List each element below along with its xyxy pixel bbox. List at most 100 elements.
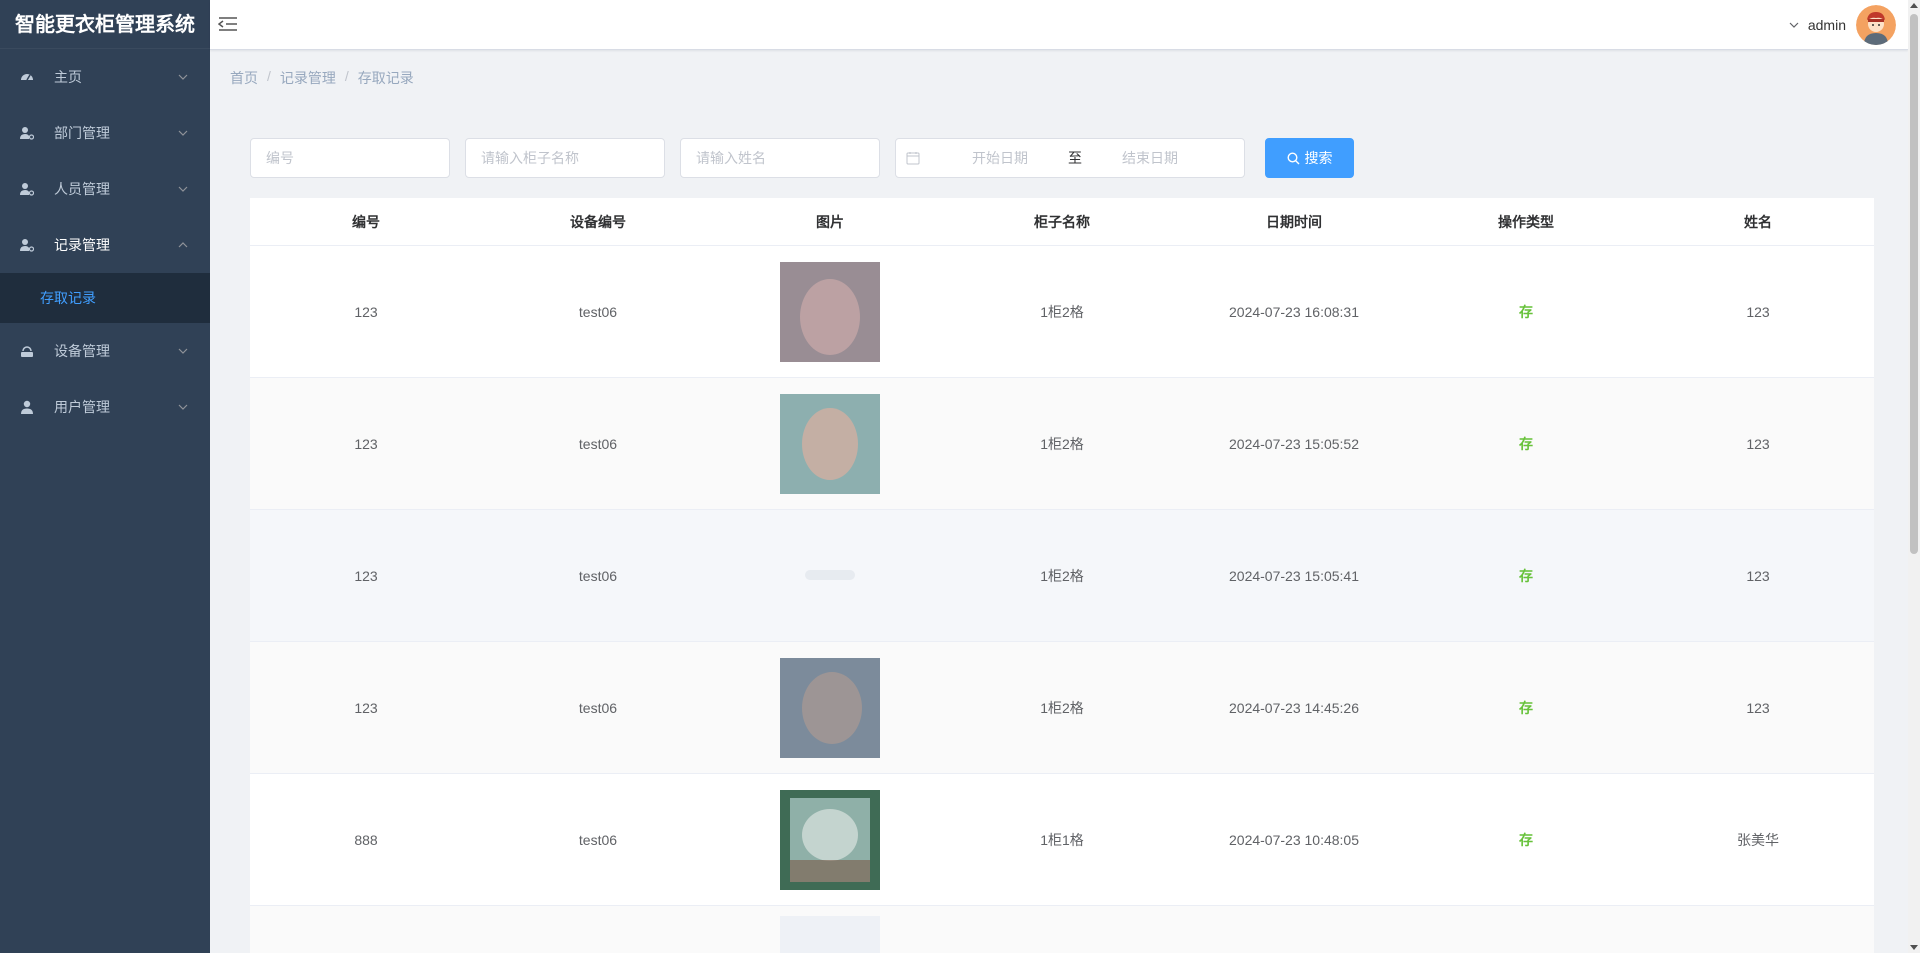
sidebar-item-users[interactable]: 用户管理: [0, 379, 210, 435]
cell-name: 123: [1746, 567, 1770, 584]
end-date-input[interactable]: [1090, 150, 1210, 166]
cell-op-type: 存: [1519, 303, 1533, 320]
table-row[interactable]: 123 test06 1柜2格 2024-07-23 15:05:41 存 12…: [250, 510, 1874, 642]
user-gear-icon: [20, 126, 34, 140]
chevron-down-icon: [178, 348, 188, 354]
code-input[interactable]: [250, 138, 450, 178]
cell-cabinet: 1柜2格: [1040, 567, 1084, 584]
cell-device: test06: [578, 831, 618, 848]
cell-name: 123: [1746, 303, 1770, 320]
start-date-input[interactable]: [940, 150, 1060, 166]
main-content: 首页 / 记录管理 / 存取记录 至 搜索 编号 设备编号: [210, 50, 1908, 953]
user-dropdown[interactable]: admin: [1788, 5, 1896, 45]
cell-code: 123: [354, 435, 378, 452]
cell-photo: [714, 916, 946, 953]
sidebar-item-department[interactable]: 部门管理: [0, 105, 210, 161]
search-button[interactable]: 搜索: [1265, 138, 1354, 178]
cell-name: 123: [1746, 435, 1770, 452]
cell-code: 123: [354, 699, 378, 716]
scrollbar-thumb[interactable]: [1910, 14, 1918, 554]
cell-device: test06: [578, 303, 618, 320]
top-navbar: admin: [210, 0, 1908, 50]
cell-device: test06: [578, 699, 618, 716]
sidebar-item-label: 部门管理: [54, 125, 110, 141]
scroll-down-arrow-icon[interactable]: [1910, 945, 1918, 950]
photo-placeholder[interactable]: [780, 526, 880, 626]
cell-datetime: 2024-07-23 16:08:31: [1229, 303, 1359, 320]
table-row[interactable]: [250, 906, 1874, 953]
cell-op-type: 存: [1519, 567, 1533, 584]
column-header: 姓名: [1744, 213, 1772, 230]
date-range-picker[interactable]: 至: [895, 138, 1245, 178]
photo-thumbnail[interactable]: [780, 916, 880, 953]
cell-datetime: 2024-07-23 10:48:05: [1229, 831, 1359, 848]
sidebar-item-label: 人员管理: [54, 181, 110, 197]
cell-device: test06: [578, 435, 618, 452]
column-header: 图片: [816, 213, 844, 230]
user-gear-icon: [20, 182, 34, 196]
sidebar: 智能更衣柜管理系统 主页 部门管理 人员管理 记录管理 存取记录 设备管理 用户…: [0, 0, 210, 953]
photo-thumbnail[interactable]: [780, 657, 880, 758]
chevron-down-icon: [178, 404, 188, 410]
search-icon: [1286, 151, 1299, 164]
range-separator: 至: [1068, 150, 1082, 166]
cell-photo: [714, 657, 946, 758]
cell-photo: [714, 526, 946, 626]
chevron-down-icon: [178, 186, 188, 192]
column-header: 柜子名称: [1034, 213, 1090, 230]
hamburger-icon[interactable]: [218, 15, 238, 33]
column-header: 编号: [352, 213, 380, 230]
cabinet-name-input[interactable]: [465, 138, 665, 178]
cell-datetime: 2024-07-23 15:05:41: [1229, 567, 1359, 584]
sidebar-item-devices[interactable]: 设备管理: [0, 323, 210, 379]
dashboard-icon: [20, 70, 34, 84]
photo-thumbnail[interactable]: [780, 789, 880, 890]
search-button-label: 搜索: [1304, 150, 1333, 166]
cell-op-type: 存: [1519, 435, 1533, 452]
cell-cabinet: 1柜2格: [1040, 303, 1084, 320]
sidebar-item-records[interactable]: 记录管理: [0, 217, 210, 273]
table-header: 编号 设备编号 图片 柜子名称 日期时间 操作类型 姓名: [250, 198, 1874, 246]
cell-cabinet: 1柜2格: [1040, 699, 1084, 716]
photo-thumbnail[interactable]: [780, 393, 880, 494]
cell-code: 123: [354, 303, 378, 320]
sidebar-item-label: 记录管理: [54, 237, 110, 253]
records-table: 编号 设备编号 图片 柜子名称 日期时间 操作类型 姓名 123 test06 …: [250, 198, 1874, 953]
breadcrumb-separator: /: [344, 68, 349, 84]
cell-photo: [714, 393, 946, 494]
cell-op-type: 存: [1519, 699, 1533, 716]
cell-op-type: 存: [1519, 831, 1533, 848]
scroll-up-arrow-icon[interactable]: [1910, 3, 1918, 8]
cell-cabinet: 1柜1格: [1040, 831, 1084, 848]
sidebar-item-personnel[interactable]: 人员管理: [0, 161, 210, 217]
breadcrumb: 首页 / 记录管理 / 存取记录: [230, 68, 414, 88]
sidebar-item-home[interactable]: 主页: [0, 49, 210, 105]
chevron-down-icon: [178, 74, 188, 80]
breadcrumb-home[interactable]: 首页: [230, 68, 258, 88]
calendar-icon: [906, 152, 920, 165]
username: admin: [1807, 17, 1846, 33]
table-row[interactable]: 123 test06 1柜2格 2024-07-23 14:45:26 存 12…: [250, 642, 1874, 774]
avatar[interactable]: [1856, 5, 1896, 45]
cell-datetime: 2024-07-23 15:05:52: [1229, 435, 1359, 452]
cell-device: test06: [578, 567, 618, 584]
cell-photo: [714, 261, 946, 362]
person-name-input[interactable]: [680, 138, 880, 178]
sidebar-item-label: 用户管理: [54, 399, 110, 415]
photo-thumbnail[interactable]: [780, 261, 880, 362]
filter-bar: 至 搜索: [250, 138, 1354, 178]
table-row[interactable]: 123 test06 1柜2格 2024-07-23 15:05:52 存 12…: [250, 378, 1874, 510]
chevron-down-icon: [178, 130, 188, 136]
table-row[interactable]: 123 test06 1柜2格 2024-07-23 16:08:31 存 12…: [250, 246, 1874, 378]
sidebar-subitem-access-records[interactable]: 存取记录: [0, 273, 210, 323]
cell-photo: [714, 789, 946, 890]
sidebar-item-label: 设备管理: [54, 343, 110, 359]
table-row[interactable]: 888 test06 1柜1格 2024-07-23 10:48:05 存 张美…: [250, 774, 1874, 906]
cell-code: 123: [354, 567, 378, 584]
breadcrumb-current: 存取记录: [357, 70, 414, 86]
page-scrollbar[interactable]: [1908, 0, 1920, 953]
breadcrumb-records[interactable]: 记录管理: [280, 68, 336, 88]
user-icon: [20, 400, 34, 414]
device-icon: [20, 344, 34, 358]
column-header: 设备编号: [570, 213, 626, 230]
